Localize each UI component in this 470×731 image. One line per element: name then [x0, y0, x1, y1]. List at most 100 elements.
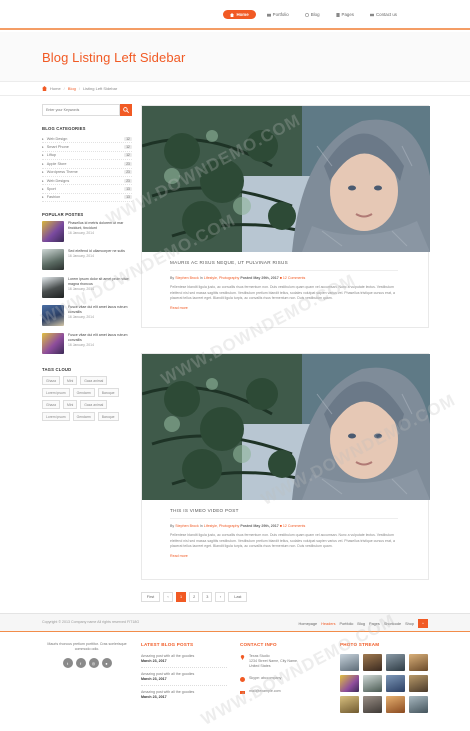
search-button[interactable]	[120, 104, 132, 116]
category-item[interactable]: ▸ Web Designs 23	[42, 177, 132, 186]
category-item[interactable]: ▸ Apple Store 23	[42, 160, 132, 169]
page-last-button[interactable]: Last	[228, 592, 248, 602]
dribbble-icon[interactable]: ◎	[88, 658, 99, 668]
photo-thumbnail[interactable]	[363, 675, 382, 692]
category-label: Apple Store	[46, 161, 67, 166]
latest-post-item[interactable]: Amazing post with all the goodies March 2…	[141, 690, 227, 703]
category-item[interactable]: ▸ Liftup 12	[42, 152, 132, 161]
popular-post-title[interactable]: Lorem ipsum dolor sit amet proin vitae m…	[68, 277, 132, 287]
photo-thumbnail[interactable]	[386, 696, 405, 713]
photo-thumbnail[interactable]	[340, 654, 359, 671]
page-next-button[interactable]: ›	[215, 592, 226, 602]
read-more-link[interactable]: Read more	[170, 306, 188, 310]
tag[interactable]: Baroque	[97, 412, 119, 422]
post-title[interactable]: MAURIS AC RISUS NEQUE, UT PULVINAR RISUS	[170, 260, 398, 271]
post-comments[interactable]: 12 Comments	[283, 276, 305, 280]
tag[interactable]: Mini	[63, 376, 78, 386]
post-image[interactable]	[142, 106, 430, 252]
post-image[interactable]	[142, 354, 430, 500]
popular-post-title[interactable]: Fusce vitae dui elit amet lacus rutrum c…	[68, 305, 132, 315]
footer-latest-posts: LATEST BLOG POSTS Amazing post with all …	[141, 642, 227, 707]
footer-link[interactable]: Homepage	[299, 622, 318, 626]
photo-thumbnail[interactable]	[386, 654, 405, 671]
nav-item-contact[interactable]: Contact us	[365, 10, 402, 19]
page-prev-button[interactable]: ‹	[163, 592, 173, 602]
popular-post-item[interactable]: Phasellus id metris dolorem ut mar tinci…	[42, 221, 132, 249]
post-title[interactable]: THIS IS VIMEO VIDEO POST	[170, 508, 398, 519]
blog-icon	[304, 12, 309, 17]
photo-thumbnail[interactable]	[409, 696, 428, 713]
nav-item-blog[interactable]: Blog	[300, 10, 325, 19]
home-icon	[230, 12, 235, 17]
footer-link[interactable]: Shop	[405, 622, 414, 626]
popular-post-title[interactable]: Phasellus id metris dolorem ut mar tinci…	[68, 221, 132, 231]
tag[interactable]: Ghaza	[42, 376, 60, 386]
nav-item-pages[interactable]: Pages	[331, 10, 359, 19]
post-category[interactable]: Lifestyle, Photography	[204, 276, 240, 280]
tag[interactable]: Baroque	[97, 388, 119, 398]
popular-post-title[interactable]: Fusce vitae dui elit amet lacus rutrum c…	[68, 333, 132, 343]
category-item[interactable]: ▸ Smart Phone 12	[42, 143, 132, 152]
category-item[interactable]: ▸ Web Design 12	[42, 135, 132, 144]
page-button[interactable]: 1	[176, 592, 187, 602]
latest-post-item[interactable]: Amazing post with all the goodies March 2…	[141, 654, 227, 668]
popular-post-thumbnail[interactable]	[42, 221, 64, 243]
photo-thumbnail[interactable]	[409, 654, 428, 671]
footer-link[interactable]: Headers	[321, 622, 335, 626]
latest-post-item[interactable]: Amazing post with all the goodies March 2…	[141, 672, 227, 686]
page-first-button[interactable]: First	[141, 592, 160, 602]
social-links: t f ◎ ●	[42, 658, 132, 668]
popular-post-item[interactable]: Lorem ipsum dolor sit amet proin vitae m…	[42, 277, 132, 305]
popular-post-item[interactable]: Fusce vitae dui elit amet lacus rutrum c…	[42, 305, 132, 333]
page-button[interactable]: 2	[189, 592, 200, 602]
tag[interactable]: Gendarm	[72, 412, 95, 422]
popular-post-thumbnail[interactable]	[42, 277, 64, 299]
photo-thumbnail[interactable]	[363, 696, 382, 713]
popular-post-thumbnail[interactable]	[42, 333, 64, 355]
tag[interactable]: Lorem ipsum	[42, 388, 70, 398]
popular-post-item[interactable]: Fusce vitae dui elit amet lacus rutrum c…	[42, 333, 132, 361]
nav-item-home[interactable]: Home	[223, 10, 256, 19]
search-input[interactable]	[42, 104, 120, 116]
photo-thumbnail[interactable]	[363, 654, 382, 671]
post-category[interactable]: Lifestyle, Photography	[204, 524, 240, 528]
email-text[interactable]: mail@example.com	[249, 689, 281, 695]
skype-text[interactable]: Skype: abccompany	[249, 676, 281, 682]
footer-link[interactable]: Shortcode	[384, 622, 401, 626]
tag[interactable]: Gaza animal	[80, 376, 108, 386]
photo-thumbnail[interactable]	[340, 675, 359, 692]
tag[interactable]: Lorem ipsum	[42, 412, 70, 422]
post-comments[interactable]: 12 Comments	[283, 524, 305, 528]
tag[interactable]: Ghaza	[42, 400, 60, 410]
location-pin-icon	[240, 655, 245, 660]
flickr-icon[interactable]: ●	[101, 658, 112, 668]
facebook-icon[interactable]: f	[75, 658, 86, 668]
footer-link[interactable]: Pages	[369, 622, 380, 626]
footer-link[interactable]: Portfolio	[339, 622, 353, 626]
twitter-icon[interactable]: t	[62, 658, 73, 668]
photo-thumbnail[interactable]	[340, 696, 359, 713]
back-to-top-button[interactable]: ^	[418, 619, 428, 628]
post-author[interactable]: Stephen Brock	[175, 524, 199, 528]
nav-label-home: Home	[236, 12, 249, 17]
tag[interactable]: Gaza animal	[80, 400, 108, 410]
tag[interactable]: Mini	[63, 400, 78, 410]
category-item[interactable]: ▸ Sport 13	[42, 185, 132, 194]
popular-post-thumbnail[interactable]	[42, 249, 64, 271]
tag[interactable]: Gendarm	[72, 388, 95, 398]
photo-thumbnail[interactable]	[386, 675, 405, 692]
read-more-link[interactable]: Read more	[170, 554, 188, 558]
category-item[interactable]: ▸ Wordpress Theme 23	[42, 169, 132, 177]
breadcrumb-home[interactable]: Home	[50, 86, 61, 91]
post-author[interactable]: Stephen Brock	[175, 276, 199, 280]
footer-link[interactable]: Blog	[357, 622, 365, 626]
popular-post-item[interactable]: Sed eleifend id ullamcorper ne sutis 16 J…	[42, 249, 132, 277]
post-meta: By Stephen Brock In Lifestyle, Photograp…	[170, 524, 398, 528]
nav-item-portfolio[interactable]: Portfolio	[262, 10, 294, 19]
category-item[interactable]: ▸ Fashion 13	[42, 194, 132, 203]
page-button[interactable]: 3	[202, 592, 213, 602]
popular-post-thumbnail[interactable]	[42, 305, 64, 327]
photo-thumbnail[interactable]	[409, 675, 428, 692]
meta-in: In	[199, 524, 203, 528]
breadcrumb-blog[interactable]: Blog	[68, 86, 76, 91]
